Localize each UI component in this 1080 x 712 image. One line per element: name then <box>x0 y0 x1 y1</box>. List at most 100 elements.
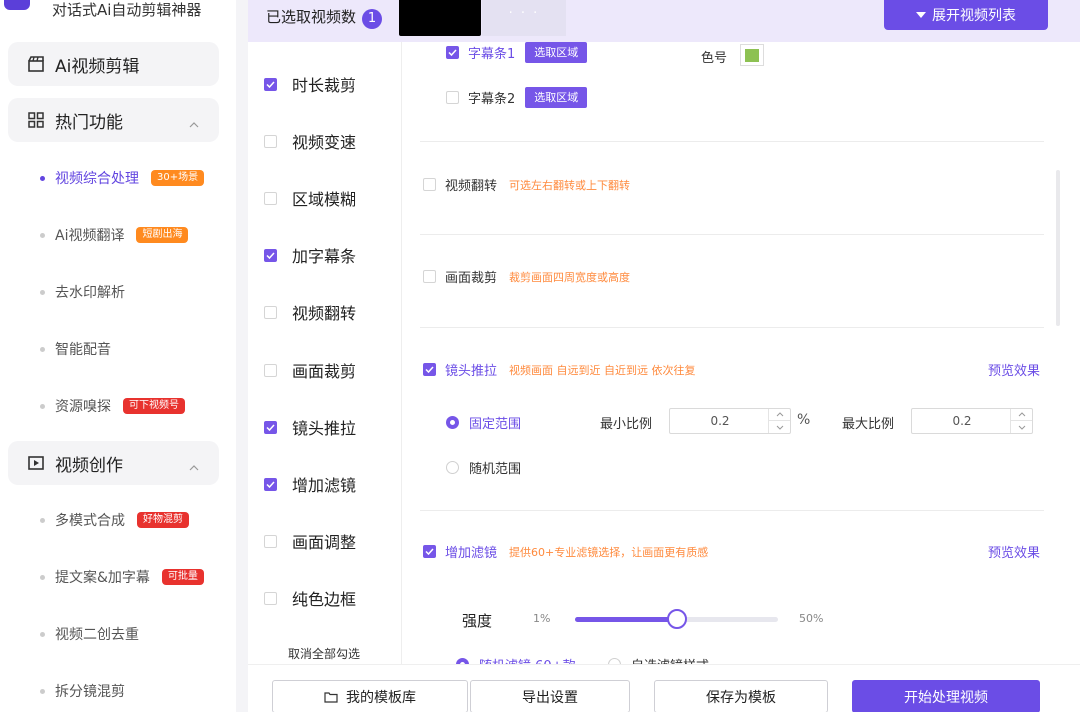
checkbox-icon[interactable] <box>423 178 436 191</box>
option-label: 视频变速 <box>292 133 357 152</box>
checkbox-checked-icon[interactable] <box>264 77 277 91</box>
fixed-range-radio[interactable]: 固定范围 <box>446 413 521 432</box>
stepper-up-icon[interactable] <box>769 409 790 421</box>
nav-label: Ai视频剪辑 <box>55 56 140 77</box>
option-column: 时长裁剪 视频变速 区域模糊 加字幕条 视频翻转 画面裁剪 镜头推拉 增加滤镜 <box>248 42 402 664</box>
stepper[interactable] <box>1010 409 1032 433</box>
color-swatch[interactable] <box>740 44 764 66</box>
subtitle1-label: 字幕条1 <box>468 47 516 62</box>
export-settings-button[interactable]: 导出设置 <box>470 680 630 712</box>
checkbox-icon[interactable] <box>264 191 277 205</box>
option-label: 区域模糊 <box>292 190 357 209</box>
option-filter[interactable]: 增加滤镜 <box>264 472 356 496</box>
option-zoom[interactable]: 镜头推拉 <box>264 415 356 439</box>
min-ratio-input[interactable]: 0.2 <box>669 408 791 434</box>
option-speed[interactable]: 视频变速 <box>264 129 356 153</box>
nav-item-subtitle[interactable]: 提文案&加字幕 可批量 <box>40 565 204 589</box>
save-template-button[interactable]: 保存为模板 <box>654 680 828 712</box>
option-label: 视频翻转 <box>292 304 357 323</box>
zoom-preview-link[interactable]: 预览效果 <box>988 360 1040 379</box>
strength-label: 强度 <box>462 612 493 630</box>
video-thumbnail-placeholder[interactable]: · · · <box>482 0 566 36</box>
nav-item-label: 多模式合成 <box>55 513 125 529</box>
max-ratio-value: 0.2 <box>952 414 972 428</box>
filter-preview-link[interactable]: 预览效果 <box>988 542 1040 561</box>
badge: 短剧出海 <box>136 227 189 243</box>
checkbox-icon[interactable] <box>264 134 277 148</box>
option-border[interactable]: 纯色边框 <box>264 586 356 610</box>
strength-slider[interactable] <box>575 609 778 629</box>
nav-video-create[interactable]: 视频创作 <box>8 441 219 485</box>
checkbox-checked-icon[interactable] <box>423 363 436 376</box>
chevron-up-icon[interactable] <box>189 457 199 477</box>
cancel-all-link[interactable]: 取消全部勾选 <box>288 645 360 662</box>
checkbox-checked-icon[interactable] <box>264 420 277 434</box>
nav-item-label: 智能配音 <box>55 342 111 358</box>
option-region-blur[interactable]: 区域模糊 <box>264 186 356 210</box>
nav-item-dedupe[interactable]: 视频二创去重 <box>40 622 139 646</box>
nav-item-video-processing[interactable]: 视频综合处理 30+场景 <box>40 166 205 190</box>
checkbox-icon[interactable] <box>264 363 277 377</box>
option-label: 加字幕条 <box>292 247 357 266</box>
selected-label-text: 已选取视频数 <box>266 8 357 26</box>
checkbox-icon[interactable] <box>264 305 277 319</box>
bullet-icon <box>40 688 45 694</box>
custom-filter-radio[interactable]: 自选滤镜样式 <box>608 655 709 664</box>
strength-slider-handle[interactable] <box>667 609 687 629</box>
crop-row: 画面裁剪 裁剪画面四周宽度或高度 <box>423 267 630 286</box>
chevron-up-icon[interactable] <box>189 114 199 134</box>
nav-item-dubbing[interactable]: 智能配音 <box>40 337 111 361</box>
option-flip[interactable]: 视频翻转 <box>264 300 356 324</box>
scrollbar[interactable] <box>1056 170 1060 326</box>
option-crop[interactable]: 画面裁剪 <box>264 358 356 382</box>
checkbox-icon[interactable] <box>264 591 277 605</box>
max-ratio-input[interactable]: 0.2 <box>911 408 1033 434</box>
checkbox-icon[interactable] <box>264 534 277 548</box>
fixed-range-label: 固定范围 <box>469 417 522 432</box>
subtitle1-pick-region-button[interactable]: 选取区域 <box>525 42 588 63</box>
color-label: 色号 <box>701 51 728 66</box>
nav-hot-features[interactable]: 热门功能 <box>8 98 219 142</box>
checkbox-checked-icon[interactable] <box>264 248 277 262</box>
custom-filter-label: 自选滤镜样式 <box>631 655 709 664</box>
video-thumbnail[interactable] <box>399 0 481 36</box>
nav-item-multi-compose[interactable]: 多模式合成 好物混剪 <box>40 508 189 532</box>
bullet-icon <box>40 232 45 238</box>
folder-icon <box>324 691 338 703</box>
divider <box>420 234 1044 235</box>
start-processing-button[interactable]: 开始处理视频 <box>852 680 1040 712</box>
random-range-radio[interactable]: 随机范围 <box>446 458 521 477</box>
option-duration-crop[interactable]: 时长裁剪 <box>264 72 356 96</box>
video-play-icon <box>27 454 45 472</box>
random-filter-radio[interactable]: 随机滤镜 60+款 <box>456 655 576 664</box>
nav-item-resource-sniff[interactable]: 资源嗅探 可下视频号 <box>40 394 185 418</box>
radio-icon[interactable] <box>446 461 459 474</box>
checkbox-checked-icon[interactable] <box>423 545 436 558</box>
nav-item-watermark[interactable]: 去水印解析 <box>40 280 125 304</box>
radio-selected-icon[interactable] <box>446 416 459 429</box>
badge: 可批量 <box>161 569 204 585</box>
checkbox-icon[interactable] <box>423 270 436 283</box>
stepper-down-icon[interactable] <box>769 421 790 433</box>
strength-slider-fill <box>575 617 677 622</box>
subtitle2-row: 字幕条2 选取区域 <box>446 87 588 108</box>
checkbox-icon[interactable] <box>446 91 459 104</box>
expand-video-list-button[interactable]: 展开视频列表 <box>884 0 1048 30</box>
nav-item-video-translate[interactable]: Ai视频翻译 短剧出海 <box>40 223 189 247</box>
template-library-button[interactable]: 我的模板库 <box>272 680 468 712</box>
option-subtitle-bar[interactable]: 加字幕条 <box>264 243 356 267</box>
checkbox-checked-icon[interactable] <box>446 46 459 59</box>
nav-ai-video-edit[interactable]: Ai视频剪辑 <box>8 42 219 86</box>
nav-item-label: 去水印解析 <box>55 285 125 301</box>
checkbox-checked-icon[interactable] <box>264 477 277 491</box>
strength-min: 1% <box>533 612 551 625</box>
option-adjust[interactable]: 画面调整 <box>264 529 356 553</box>
stepper-up-icon[interactable] <box>1011 409 1032 421</box>
nav-item-split-mix[interactable]: 拆分镜混剪 <box>40 679 125 703</box>
subtitle2-pick-region-button[interactable]: 选取区域 <box>525 87 588 108</box>
stepper-down-icon[interactable] <box>1011 421 1032 433</box>
nav-item-label: 资源嗅探 <box>55 399 111 415</box>
selection-bar: 已选取视频数 1 · · · 展开视频列表 <box>248 0 1080 42</box>
min-ratio-value: 0.2 <box>710 414 730 428</box>
stepper[interactable] <box>768 409 790 433</box>
